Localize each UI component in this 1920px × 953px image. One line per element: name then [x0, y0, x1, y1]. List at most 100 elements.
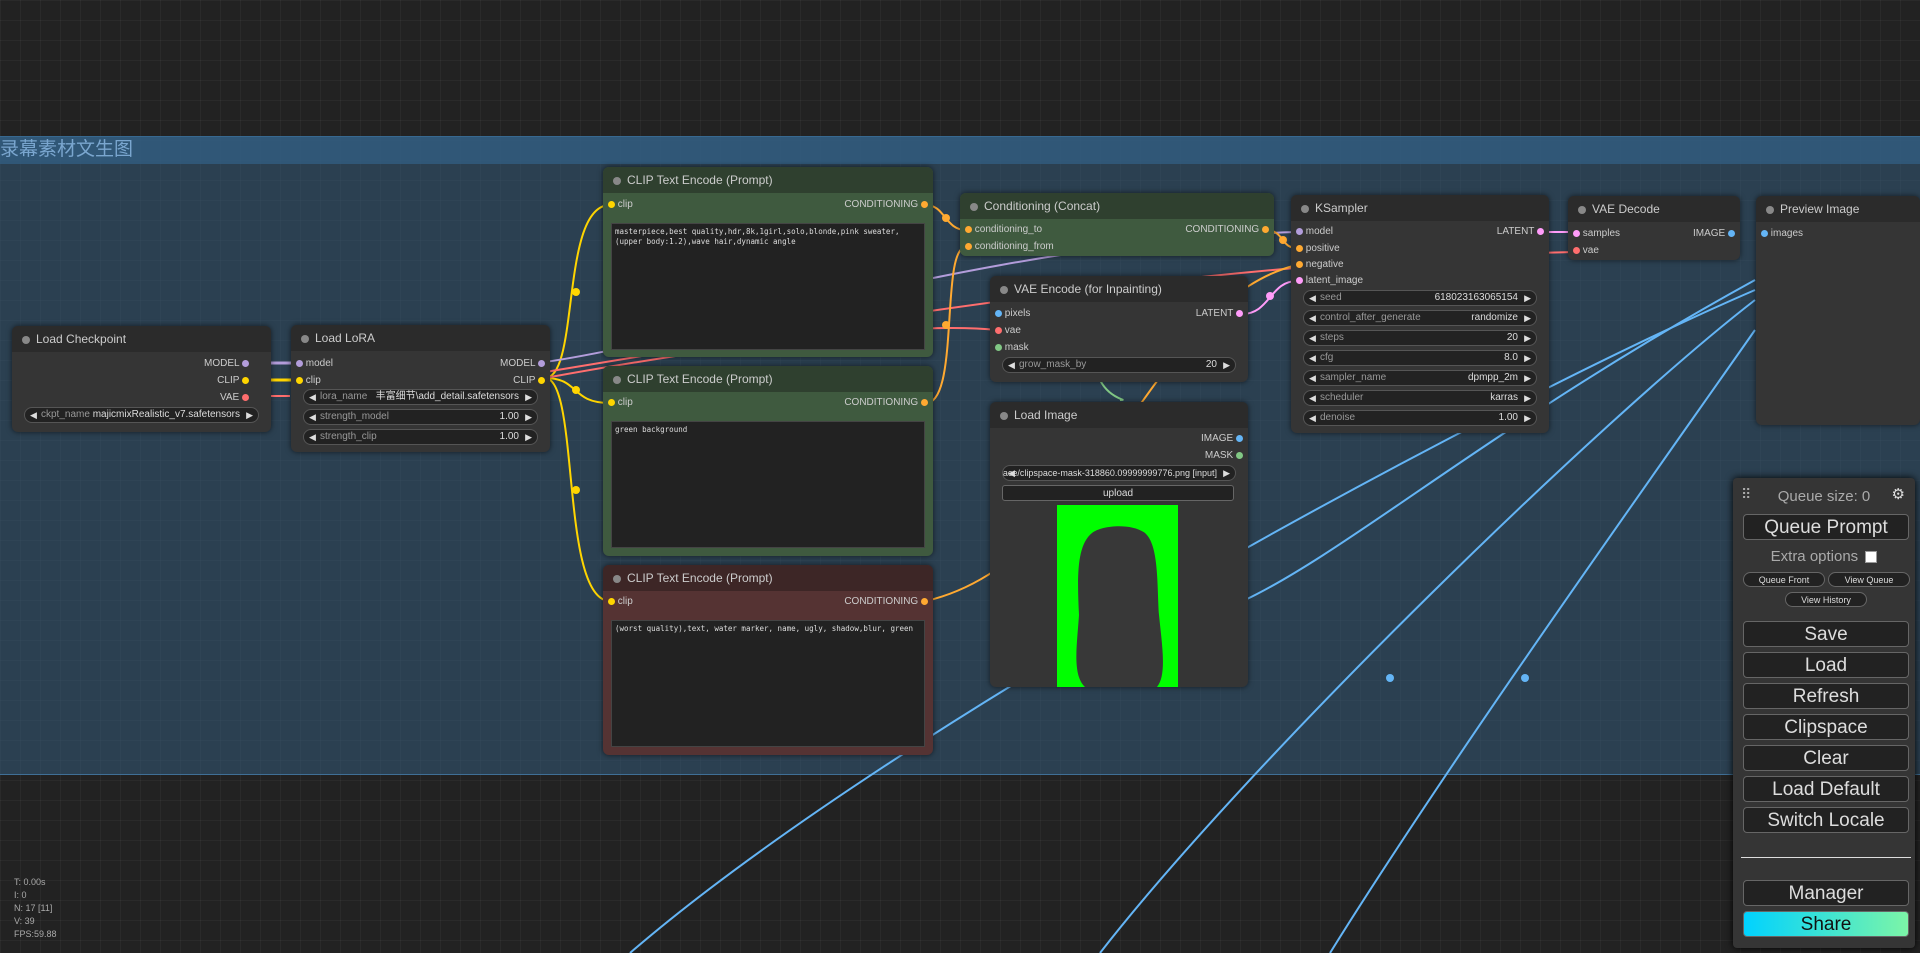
output-model[interactable]: MODEL: [500, 357, 545, 371]
output-conditioning[interactable]: CONDITIONING: [844, 396, 928, 410]
slot-dot[interactable]: [538, 376, 545, 384]
decrement-icon[interactable]: ◀: [1309, 391, 1316, 405]
control-after-generate-combo[interactable]: ◀ control_after_generate randomize ▶: [1303, 310, 1537, 326]
load-button[interactable]: Load: [1743, 652, 1909, 678]
decrement-icon[interactable]: ◀: [1309, 331, 1316, 345]
input-vae[interactable]: vae: [1573, 244, 1599, 258]
decrement-icon[interactable]: ◀: [309, 410, 316, 424]
node-title[interactable]: Preview Image: [1756, 196, 1920, 222]
slot-dot[interactable]: [1236, 309, 1243, 317]
lora-name-combo[interactable]: ◀ lora_name 丰富细节\add_detail.safetensors …: [303, 389, 538, 405]
slot-dot[interactable]: [1537, 227, 1544, 235]
decrement-icon[interactable]: ◀: [309, 430, 316, 444]
ckpt-name-combo[interactable]: ◀ ckpt_name majicmixRealistic_v7.safeten…: [24, 407, 259, 423]
slot-dot[interactable]: [1761, 229, 1768, 237]
input-samples[interactable]: samples: [1573, 227, 1620, 241]
prompt-textarea[interactable]: (worst quality),text, water marker, name…: [611, 620, 925, 747]
share-button[interactable]: Share: [1743, 911, 1909, 937]
decrement-icon[interactable]: ◀: [1309, 411, 1316, 425]
slot-dot[interactable]: [965, 242, 972, 250]
node-title[interactable]: CLIP Text Encode (Prompt): [603, 565, 933, 591]
steps-field[interactable]: ◀ steps 20 ▶: [1303, 330, 1537, 346]
output-mask[interactable]: MASK: [1205, 449, 1243, 463]
decrement-icon[interactable]: ◀: [1309, 311, 1316, 325]
input-clip[interactable]: clip: [608, 396, 633, 410]
image-combo[interactable]: ◀ clipspace/clipspace-mask-318860.099999…: [1002, 465, 1236, 481]
slot-dot[interactable]: [1573, 246, 1580, 254]
node-title[interactable]: Conditioning (Concat): [960, 193, 1274, 219]
slot-dot[interactable]: [242, 359, 249, 367]
decrement-icon[interactable]: ◀: [1309, 371, 1316, 385]
node-title[interactable]: CLIP Text Encode (Prompt): [603, 167, 933, 193]
strength-clip-slider[interactable]: ◀ strength_clip 1.00 ▶: [303, 429, 538, 445]
node-title[interactable]: VAE Encode (for Inpainting): [990, 276, 1248, 302]
decrement-icon[interactable]: ◀: [309, 390, 316, 404]
ksampler-node[interactable]: KSampler model positive negative latent_…: [1291, 195, 1549, 433]
output-clip[interactable]: CLIP: [513, 374, 545, 388]
input-model[interactable]: model: [1296, 225, 1333, 239]
output-latent[interactable]: LATENT: [1497, 225, 1544, 239]
increment-icon[interactable]: ▶: [1223, 358, 1230, 372]
node-title[interactable]: Load LoRA: [291, 325, 550, 351]
input-clip[interactable]: clip: [296, 374, 321, 388]
clear-button[interactable]: Clear: [1743, 745, 1909, 771]
slot-dot[interactable]: [1262, 225, 1269, 233]
decrement-icon[interactable]: ◀: [30, 408, 37, 422]
denoise-field[interactable]: ◀ denoise 1.00 ▶: [1303, 410, 1537, 426]
increment-icon[interactable]: ▶: [1524, 371, 1531, 385]
refresh-button[interactable]: Refresh: [1743, 683, 1909, 709]
cfg-field[interactable]: ◀ cfg 8.0 ▶: [1303, 350, 1537, 366]
increment-icon[interactable]: ▶: [525, 390, 532, 404]
clip-text-encode-negative-node[interactable]: CLIP Text Encode (Prompt) clip CONDITION…: [603, 565, 933, 755]
prompt-textarea[interactable]: green background: [611, 421, 925, 548]
scheduler-combo[interactable]: ◀ scheduler karras ▶: [1303, 390, 1537, 406]
input-conditioning-to[interactable]: conditioning_to: [965, 223, 1042, 237]
slot-dot[interactable]: [1728, 229, 1735, 237]
increment-icon[interactable]: ▶: [525, 410, 532, 424]
queue-prompt-button[interactable]: Queue Prompt: [1743, 514, 1909, 540]
output-conditioning[interactable]: CONDITIONING: [844, 198, 928, 212]
slot-dot[interactable]: [921, 200, 928, 208]
output-conditioning[interactable]: CONDITIONING: [1185, 223, 1269, 237]
input-conditioning-from[interactable]: conditioning_from: [965, 240, 1054, 254]
output-model[interactable]: MODEL: [204, 357, 249, 371]
slot-dot[interactable]: [1236, 451, 1243, 459]
manager-button[interactable]: Manager: [1743, 880, 1909, 906]
increment-icon[interactable]: ▶: [1524, 311, 1531, 325]
node-title[interactable]: Load Checkpoint: [12, 326, 271, 352]
slot-dot[interactable]: [608, 200, 615, 208]
slot-dot[interactable]: [296, 376, 303, 384]
slot-dot[interactable]: [1296, 260, 1303, 268]
extra-options-checkbox[interactable]: [1865, 551, 1878, 564]
increment-icon[interactable]: ▶: [1524, 411, 1531, 425]
increment-icon[interactable]: ▶: [1524, 351, 1531, 365]
slot-dot[interactable]: [296, 359, 303, 367]
slot-dot[interactable]: [538, 359, 545, 367]
decrement-icon[interactable]: ◀: [1309, 351, 1316, 365]
vae-encode-inpaint-node[interactable]: VAE Encode (for Inpainting) pixels vae m…: [990, 276, 1248, 382]
preview-image-node[interactable]: Preview Image images: [1756, 196, 1920, 425]
slot-dot[interactable]: [242, 393, 249, 401]
slot-dot[interactable]: [608, 398, 615, 406]
clip-text-encode-positive-node[interactable]: CLIP Text Encode (Prompt) clip CONDITION…: [603, 167, 933, 357]
slot-dot[interactable]: [242, 376, 249, 384]
switch-locale-button[interactable]: Switch Locale: [1743, 807, 1909, 833]
save-button[interactable]: Save: [1743, 621, 1909, 647]
increment-icon[interactable]: ▶: [525, 430, 532, 444]
slot-dot[interactable]: [965, 225, 972, 233]
output-clip[interactable]: CLIP: [217, 374, 249, 388]
view-queue-button[interactable]: View Queue: [1828, 572, 1910, 587]
load-image-node[interactable]: Load Image IMAGE MASK ◀ clipspace/clipsp…: [990, 402, 1248, 687]
strength-model-slider[interactable]: ◀ strength_model 1.00 ▶: [303, 409, 538, 425]
output-image[interactable]: IMAGE: [1201, 432, 1243, 446]
load-lora-node[interactable]: Load LoRA model clip MODEL CLIP ◀ lora_n…: [291, 325, 550, 452]
slot-dot[interactable]: [1573, 229, 1580, 237]
increment-icon[interactable]: ▶: [1223, 466, 1230, 480]
input-clip[interactable]: clip: [608, 198, 633, 212]
slot-dot[interactable]: [995, 343, 1002, 351]
increment-icon[interactable]: ▶: [1524, 391, 1531, 405]
node-title[interactable]: CLIP Text Encode (Prompt): [603, 366, 933, 392]
queue-front-button[interactable]: Queue Front: [1743, 572, 1825, 587]
slot-dot[interactable]: [608, 597, 615, 605]
slot-dot[interactable]: [1236, 434, 1243, 442]
